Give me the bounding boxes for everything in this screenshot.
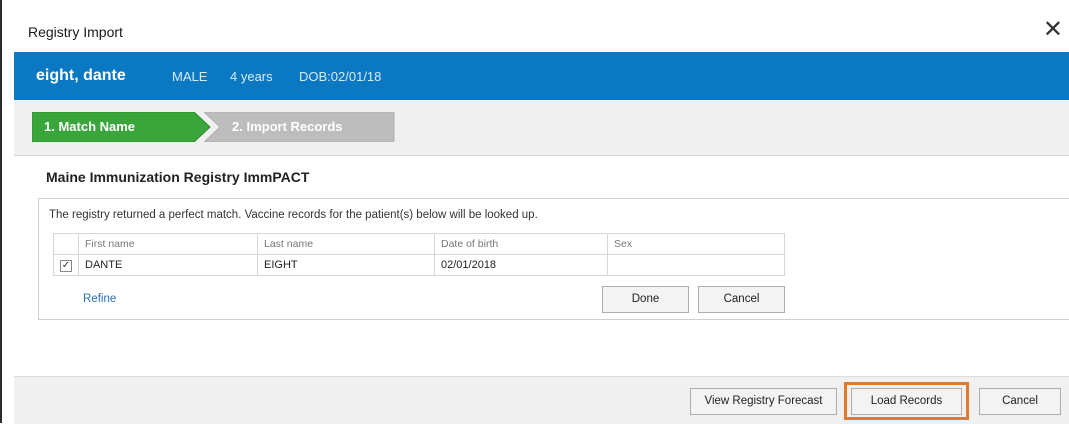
match-table: First name Last name Date of birth Sex ✓… <box>53 233 785 276</box>
last-name-cell: EIGHT <box>257 254 435 276</box>
table-row[interactable]: ✓ DANTE EIGHT 02/01/2018 <box>53 254 785 276</box>
wizard-steps: 1. Match Name 2. Import Records <box>14 100 1069 156</box>
column-header: Last name <box>257 233 435 255</box>
dob-cell: 02/01/2018 <box>434 254 608 276</box>
sex-cell <box>607 254 785 276</box>
close-icon[interactable]: ✕ <box>1043 18 1063 42</box>
match-message: The registry returned a perfect match. V… <box>49 209 538 221</box>
view-registry-forecast-button[interactable]: View Registry Forecast <box>690 388 837 415</box>
step-import-records[interactable]: 2. Import Records <box>204 112 404 142</box>
checkbox-column-header <box>53 233 79 255</box>
window-title: Registry Import <box>28 24 123 40</box>
first-name-cell: DANTE <box>78 254 258 276</box>
column-header: Sex <box>607 233 785 255</box>
row-checkbox-cell: ✓ <box>53 254 79 276</box>
done-button[interactable]: Done <box>602 286 689 313</box>
column-header: First name <box>78 233 258 255</box>
step-label: 1. Match Name <box>44 119 136 134</box>
step-label: 2. Import Records <box>232 119 343 134</box>
step-match-name[interactable]: 1. Match Name <box>32 112 212 142</box>
patient-age: 4 years <box>230 69 273 84</box>
patient-banner: eight, dante MALE 4 years DOB:02/01/18 <box>14 52 1069 100</box>
load-records-button[interactable]: Load Records <box>851 388 962 415</box>
main-content: Maine Immunization Registry ImmPACT The … <box>14 156 1069 376</box>
title-bar: Registry Import ✕ <box>2 0 1069 52</box>
table-header-row: First name Last name Date of birth Sex <box>53 233 785 255</box>
dialog-footer: View Registry Forecast Load Records Canc… <box>14 376 1069 424</box>
registry-heading: Maine Immunization Registry ImmPACT <box>46 169 310 185</box>
patient-dob: DOB:02/01/18 <box>299 69 382 84</box>
match-panel: The registry returned a perfect match. V… <box>38 198 1069 320</box>
footer-cancel-button[interactable]: Cancel <box>979 388 1061 415</box>
row-checkbox[interactable]: ✓ <box>60 259 72 272</box>
registry-import-dialog: Registry Import ✕ eight, dante MALE 4 ye… <box>0 0 1069 424</box>
refine-link[interactable]: Refine <box>83 293 116 305</box>
patient-sex: MALE <box>172 69 208 84</box>
column-header: Date of birth <box>434 233 608 255</box>
patient-name: eight, dante <box>36 67 126 84</box>
match-cancel-button[interactable]: Cancel <box>698 286 785 313</box>
